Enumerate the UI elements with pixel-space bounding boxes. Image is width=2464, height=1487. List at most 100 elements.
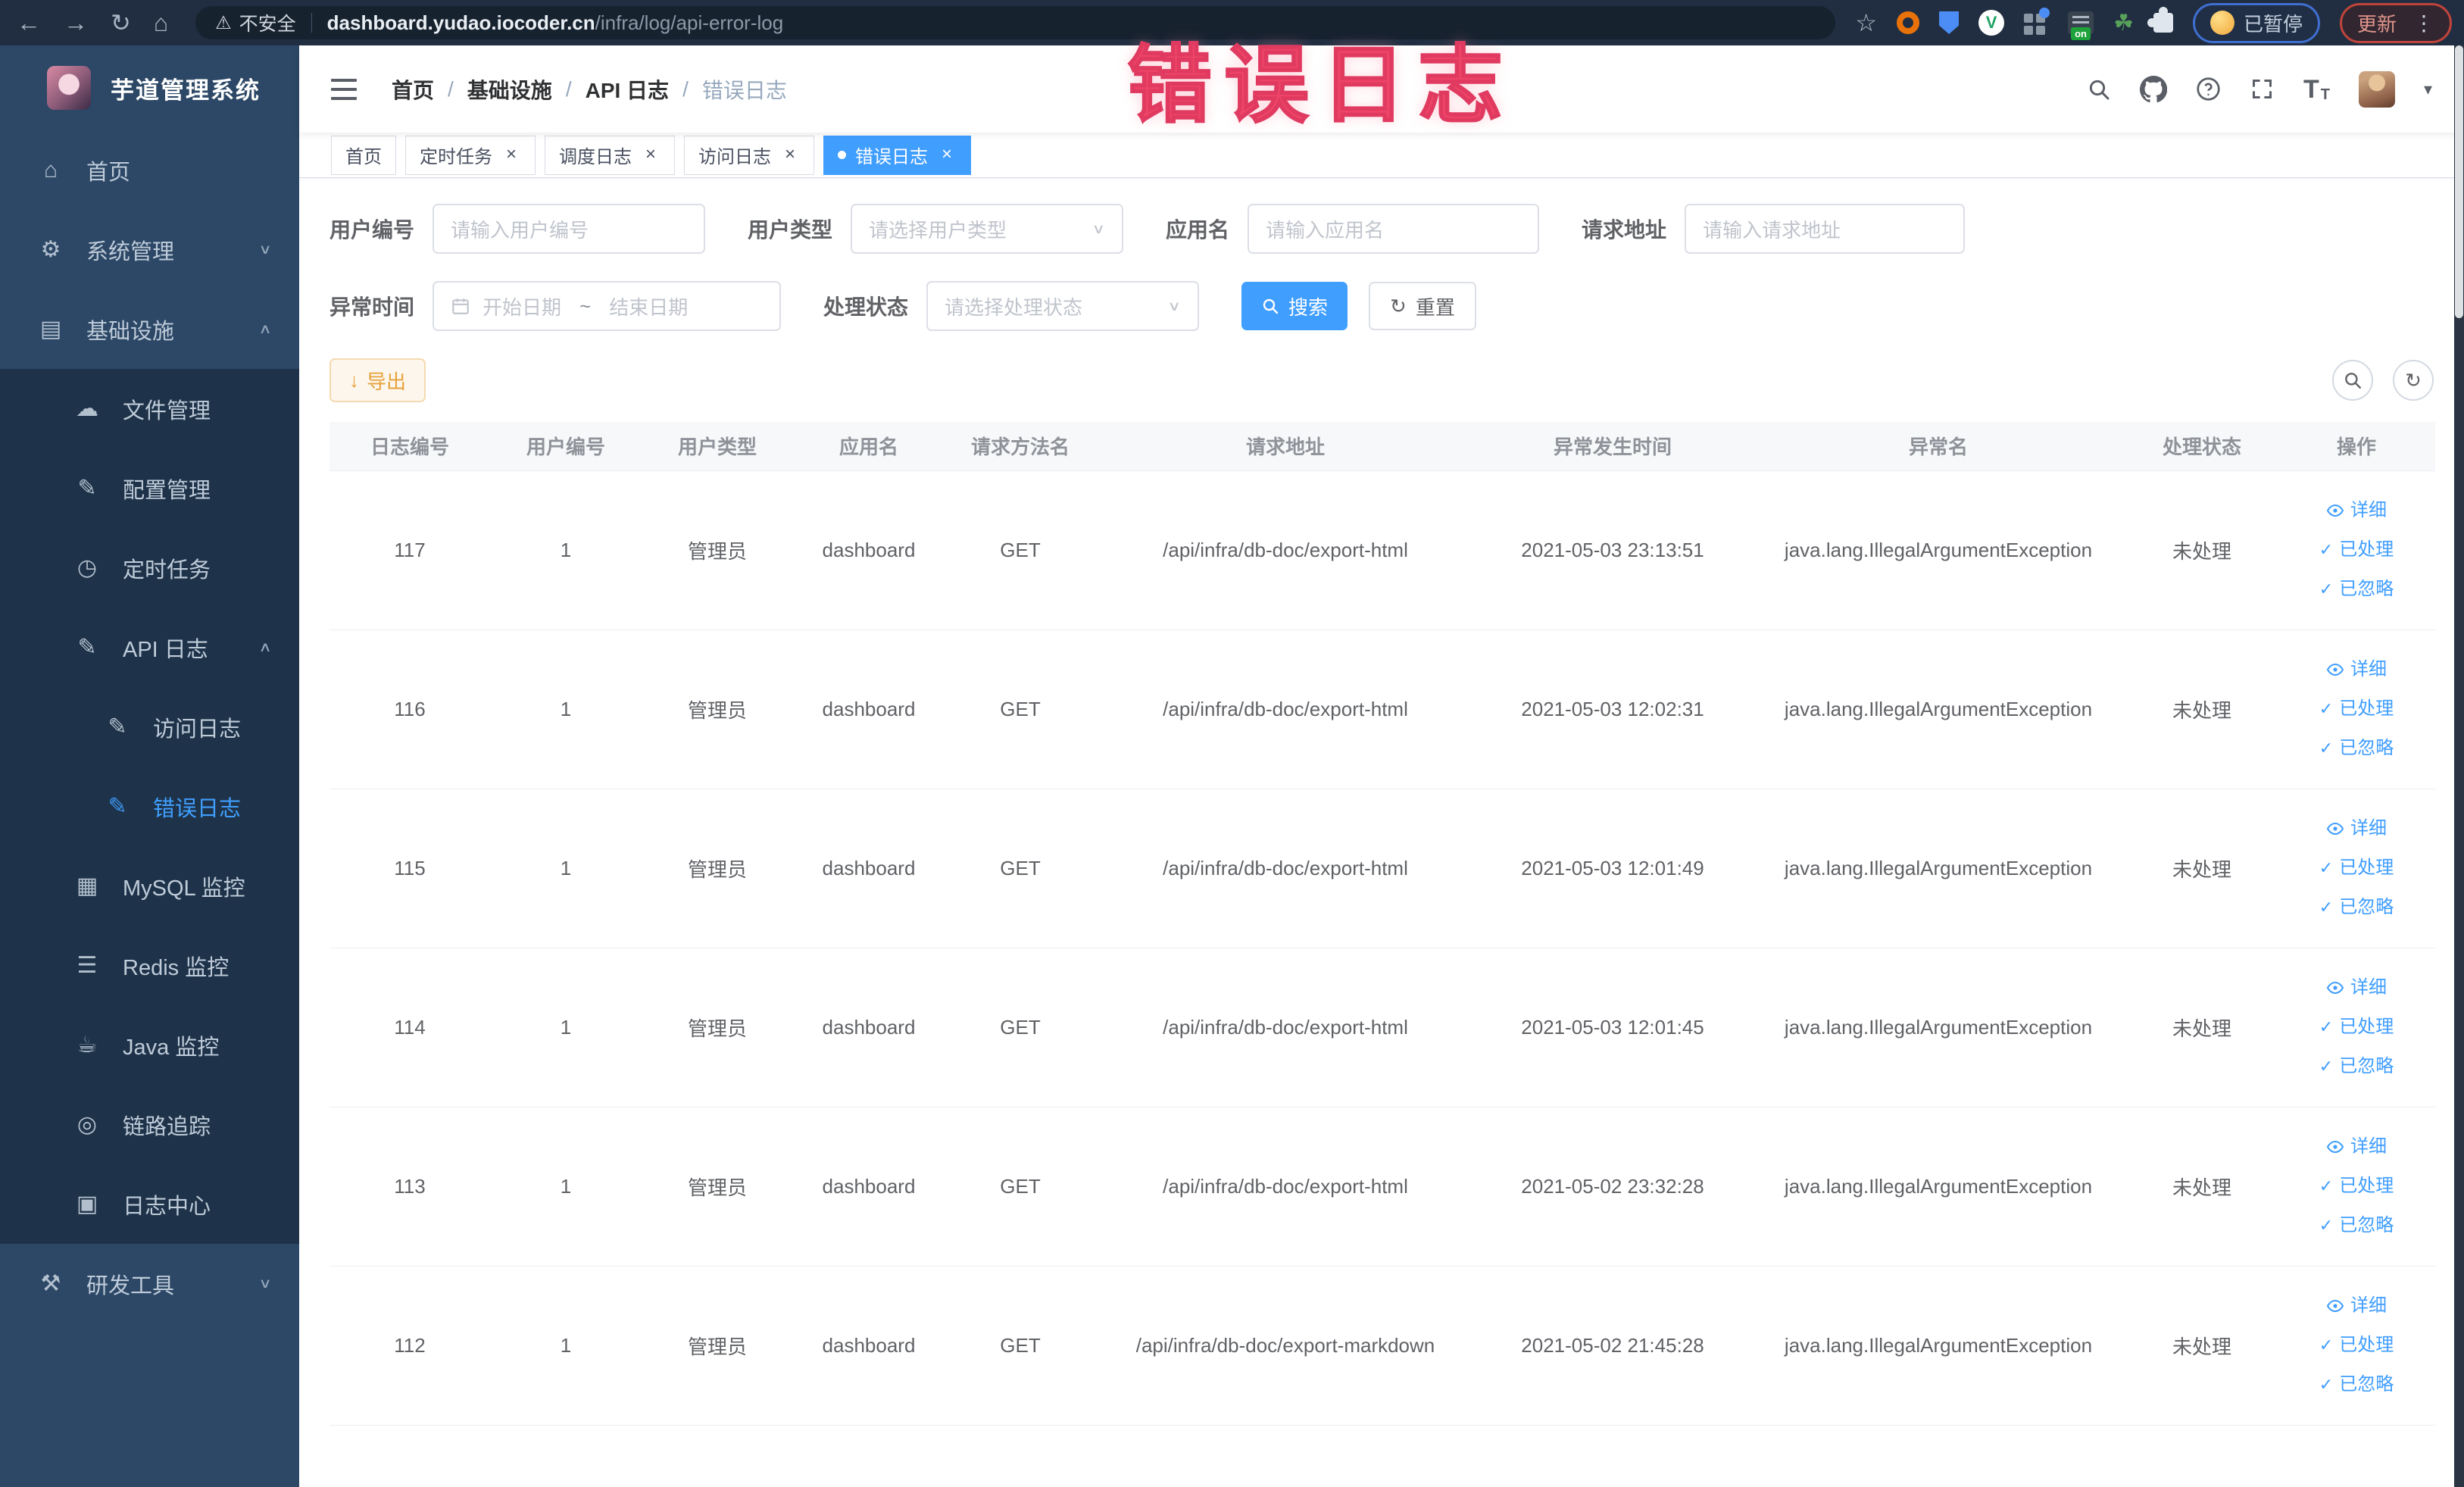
extension-shield-icon[interactable] xyxy=(1939,11,1960,34)
sidebar-item-home[interactable]: ⌂ 首页 xyxy=(0,130,299,210)
update-badge[interactable]: 更新 ⋮ xyxy=(2339,2,2452,43)
extension-on-badge-icon[interactable]: on xyxy=(2068,11,2094,40)
sidebar-item-dev-tools[interactable]: ⚒ 研发工具 ∨ xyxy=(0,1244,299,1323)
mark-processed-link[interactable]: ✓ 已处理 xyxy=(2278,689,2435,729)
view-detail-link[interactable]: 详细 xyxy=(2278,809,2435,848)
fullscreen-icon[interactable] xyxy=(2250,77,2275,102)
close-icon[interactable]: × xyxy=(641,145,661,165)
view-detail-link[interactable]: 详细 xyxy=(2278,1127,2435,1167)
address-bar[interactable]: ⚠ 不安全 dashboard.yudao.iocoder.cn /infra/… xyxy=(195,6,1836,39)
scrollbar-thumb[interactable] xyxy=(2455,45,2463,318)
reset-button[interactable]: ↻ 重置 xyxy=(1369,282,1476,330)
cell-status: 未处理 xyxy=(2126,1107,2278,1267)
tab-scheduled-task[interactable]: 定时任务 × xyxy=(405,135,536,175)
exception-time-range-input[interactable]: 开始日期 ~ 结束日期 xyxy=(433,281,782,331)
sidebar-menu: ⌂ 首页 ⚙ 系统管理 ∨ ▤ 基础设施 ∧ ☁ 文件管理 ✎ 配置管理 ◷ 定时任务 ✎ API 日志 ∧ ✎ 访… xyxy=(0,130,299,1487)
trace-icon: ◎ xyxy=(77,1112,98,1137)
search-button[interactable]: 搜索 xyxy=(1241,282,1348,330)
extension-orange-icon[interactable] xyxy=(1897,11,1920,34)
sidebar-item-redis-monitor[interactable]: ☰ Redis 监控 xyxy=(0,926,299,1005)
mark-ignored-link[interactable]: ✓ 已忽略 xyxy=(2278,570,2435,609)
mark-ignored-link[interactable]: ✓ 已忽略 xyxy=(2278,1365,2435,1404)
browser-reload-button[interactable]: ↻ xyxy=(111,11,131,35)
request-url-input[interactable]: 请输入请求地址 xyxy=(1685,204,1966,254)
sidebar-item-file-management[interactable]: ☁ 文件管理 xyxy=(0,369,299,448)
mark-ignored-link[interactable]: ✓ 已忽略 xyxy=(2278,1047,2435,1086)
breadcrumb-item-infrastructure[interactable]: 基础设施 xyxy=(467,74,552,105)
view-detail-link[interactable]: 详细 xyxy=(2278,968,2435,1007)
refresh-icon: ↻ xyxy=(2405,369,2422,392)
view-detail-link[interactable]: 详细 xyxy=(2278,1286,2435,1326)
mark-ignored-link[interactable]: ✓ 已忽略 xyxy=(2278,1206,2435,1245)
hamburger-icon[interactable] xyxy=(331,78,357,100)
sidebar-item-infrastructure[interactable]: ▤ 基础设施 ∧ xyxy=(0,289,299,369)
mark-processed-link[interactable]: ✓ 已处理 xyxy=(2278,848,2435,888)
export-button[interactable]: ↓ 导出 xyxy=(329,358,426,402)
cell-time: 2021-05-03 12:01:45 xyxy=(1475,948,1750,1107)
tab-access-log[interactable]: 访问日志 × xyxy=(684,135,814,175)
mark-processed-link[interactable]: ✓ 已处理 xyxy=(2278,530,2435,570)
sidebar-item-error-log[interactable]: ✎ 错误日志 xyxy=(0,767,299,846)
sidebar-item-api-log[interactable]: ✎ API 日志 ∧ xyxy=(0,608,299,687)
chevron-down-icon[interactable]: ▾ xyxy=(2424,80,2432,99)
cell-user_id: 1 xyxy=(490,629,642,789)
sidebar-item-scheduled-task[interactable]: ◷ 定时任务 xyxy=(0,528,299,608)
user-id-input[interactable]: 请输入用户编号 xyxy=(433,204,706,254)
sidebar-item-java-monitor[interactable]: ☕ Java 监控 xyxy=(0,1005,299,1085)
view-detail-link[interactable]: 详细 xyxy=(2278,491,2435,530)
sidebar-logo-row[interactable]: 芋道管理系统 xyxy=(0,45,299,130)
sidebar-item-label: 链路追踪 xyxy=(123,1114,211,1139)
app-name-input[interactable]: 请输入应用名 xyxy=(1248,204,1540,254)
close-icon[interactable]: × xyxy=(501,145,521,165)
sidebar-item-label: MySQL 监控 xyxy=(123,876,245,901)
process-status-select[interactable]: 请选择处理状态 ∨ xyxy=(926,281,1200,331)
paused-badge[interactable]: 已暂停 xyxy=(2192,2,2320,43)
mark-ignored-link[interactable]: ✓ 已忽略 xyxy=(2278,888,2435,927)
user-type-select[interactable]: 请选择用户类型 ∨ xyxy=(851,204,1124,254)
window-scrollbar[interactable] xyxy=(2454,45,2464,1487)
help-icon[interactable] xyxy=(2196,77,2221,102)
action-label: 详细 xyxy=(2350,977,2387,998)
search-icon[interactable] xyxy=(2087,77,2111,102)
tab-label: 调度日志 xyxy=(559,147,632,167)
sidebar-item-label: 日志中心 xyxy=(123,1194,211,1219)
mark-ignored-link[interactable]: ✓ 已忽略 xyxy=(2278,729,2435,768)
browser-menu-icon[interactable]: ⋮ xyxy=(2413,11,2434,36)
sidebar-item-system-management[interactable]: ⚙ 系统管理 ∨ xyxy=(0,210,299,289)
mark-processed-link[interactable]: ✓ 已处理 xyxy=(2278,1326,2435,1365)
check-icon: ✓ xyxy=(2319,540,2334,559)
sidebar-item-config-management[interactable]: ✎ 配置管理 xyxy=(0,448,299,528)
avatar[interactable] xyxy=(2358,70,2395,108)
tab-error-log[interactable]: 错误日志 × xyxy=(823,135,971,175)
font-size-icon[interactable]: TT xyxy=(2303,77,2330,102)
view-detail-link[interactable]: 详细 xyxy=(2278,650,2435,689)
tags-view-bar: 首页 定时任务 × 调度日志 × 访问日志 × 错误日志 × xyxy=(299,133,2464,178)
breadcrumb-item-home[interactable]: 首页 xyxy=(392,74,434,105)
sidebar-item-access-log[interactable]: ✎ 访问日志 xyxy=(0,687,299,767)
column-header-status: 处理状态 xyxy=(2126,422,2278,471)
app-name-label: 应用名 xyxy=(1166,218,1230,242)
close-icon[interactable]: × xyxy=(937,145,957,165)
sidebar-item-trace[interactable]: ◎ 链路追踪 xyxy=(0,1085,299,1164)
check-icon: ✓ xyxy=(2319,1176,2334,1195)
extension-grid-icon[interactable] xyxy=(2024,8,2050,35)
browser-home-button[interactable]: ⌂ xyxy=(154,11,168,35)
close-icon[interactable]: × xyxy=(780,145,800,165)
bookmark-star-icon[interactable]: ☆ xyxy=(1855,8,1877,37)
tab-job-log[interactable]: 调度日志 × xyxy=(545,135,675,175)
github-icon[interactable] xyxy=(2139,75,2167,103)
sidebar-item-log-center[interactable]: ▣ 日志中心 xyxy=(0,1164,299,1244)
sidebar-item-mysql-monitor[interactable]: ▦ MySQL 监控 xyxy=(0,846,299,926)
mark-processed-link[interactable]: ✓ 已处理 xyxy=(2278,1007,2435,1047)
tab-home[interactable]: 首页 xyxy=(331,135,396,175)
refresh-table-button[interactable]: ↻ xyxy=(2393,360,2434,401)
browser-back-button[interactable]: ← xyxy=(17,11,41,35)
extensions-puzzle-icon[interactable] xyxy=(2147,7,2173,33)
breadcrumb-item-api-log[interactable]: API 日志 xyxy=(586,74,669,105)
mark-processed-link[interactable]: ✓ 已处理 xyxy=(2278,1167,2435,1206)
browser-forward-button[interactable]: → xyxy=(64,11,88,35)
toggle-search-button[interactable] xyxy=(2332,360,2373,401)
extension-plant-icon[interactable]: ☘ xyxy=(2113,10,2134,36)
extension-v-icon[interactable]: V xyxy=(1978,10,2005,36)
security-label[interactable]: 不安全 xyxy=(239,9,296,36)
